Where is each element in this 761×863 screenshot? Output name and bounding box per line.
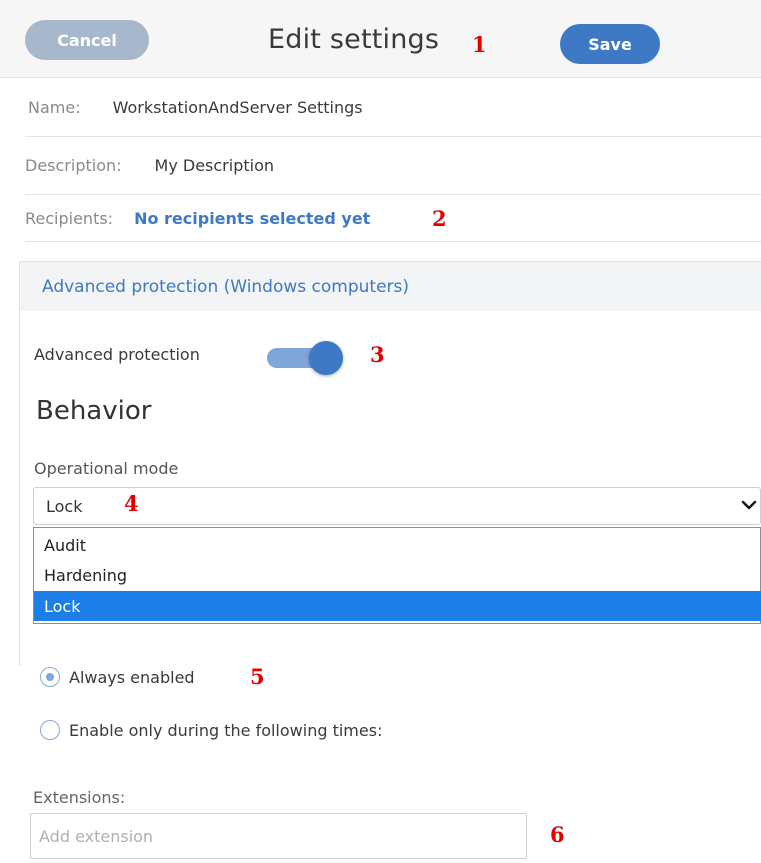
advanced-protection-section-header[interactable]: Advanced protection (Windows computers) — [19, 261, 761, 311]
advanced-protection-label: Advanced protection — [34, 345, 200, 364]
description-value: My Description — [154, 156, 274, 175]
header-bar: Cancel Edit settings Save — [0, 0, 761, 78]
option-hardening[interactable]: Hardening — [34, 560, 761, 590]
operational-mode-label: Operational mode — [34, 459, 179, 478]
option-audit[interactable]: Audit — [34, 530, 761, 560]
annotation-3: 3 — [370, 342, 385, 367]
chevron-down-icon — [741, 500, 757, 510]
page-title: Edit settings — [268, 24, 440, 55]
save-button[interactable]: Save — [560, 24, 660, 64]
annotation-1: 1 — [472, 32, 487, 57]
recipients-link[interactable]: No recipients selected yet — [134, 209, 370, 228]
description-row: Description: My Description — [25, 137, 761, 195]
extensions-input[interactable] — [30, 813, 527, 859]
section-title: Advanced protection (Windows computers) — [42, 276, 410, 297]
cancel-button[interactable]: Cancel — [25, 20, 149, 60]
name-label: Name: — [28, 98, 81, 117]
recipients-label: Recipients: — [25, 208, 114, 228]
annotation-5: 5 — [250, 664, 265, 689]
annotation-6: 6 — [550, 822, 565, 847]
radio-enable-times-label: Enable only during the following times: — [69, 720, 383, 740]
radio-enable-times[interactable]: Enable only during the following times: — [40, 720, 382, 740]
advanced-protection-toggle[interactable] — [267, 341, 343, 375]
radio-always-enabled[interactable]: Always enabled — [40, 667, 195, 687]
operational-mode-dropdown: Audit Hardening Lock — [33, 527, 761, 624]
radio-unchecked-icon — [40, 720, 60, 740]
annotation-4: 4 — [124, 491, 139, 516]
description-label: Description: — [25, 156, 122, 175]
radio-checked-icon — [40, 667, 60, 687]
extensions-label: Extensions: — [33, 788, 126, 807]
recipients-row: Recipients: No recipients selected yet — [25, 195, 761, 242]
name-value: WorkstationAndServer Settings — [112, 98, 363, 117]
operational-mode-select[interactable]: Lock — [33, 487, 761, 525]
annotation-2: 2 — [432, 206, 447, 231]
option-lock[interactable]: Lock — [34, 591, 761, 621]
toggle-knob — [309, 341, 343, 375]
radio-always-enabled-label: Always enabled — [69, 667, 195, 687]
behavior-heading: Behavior — [36, 396, 152, 426]
name-row: Name: WorkstationAndServer Settings — [25, 79, 761, 137]
operational-mode-value: Lock — [46, 496, 83, 516]
